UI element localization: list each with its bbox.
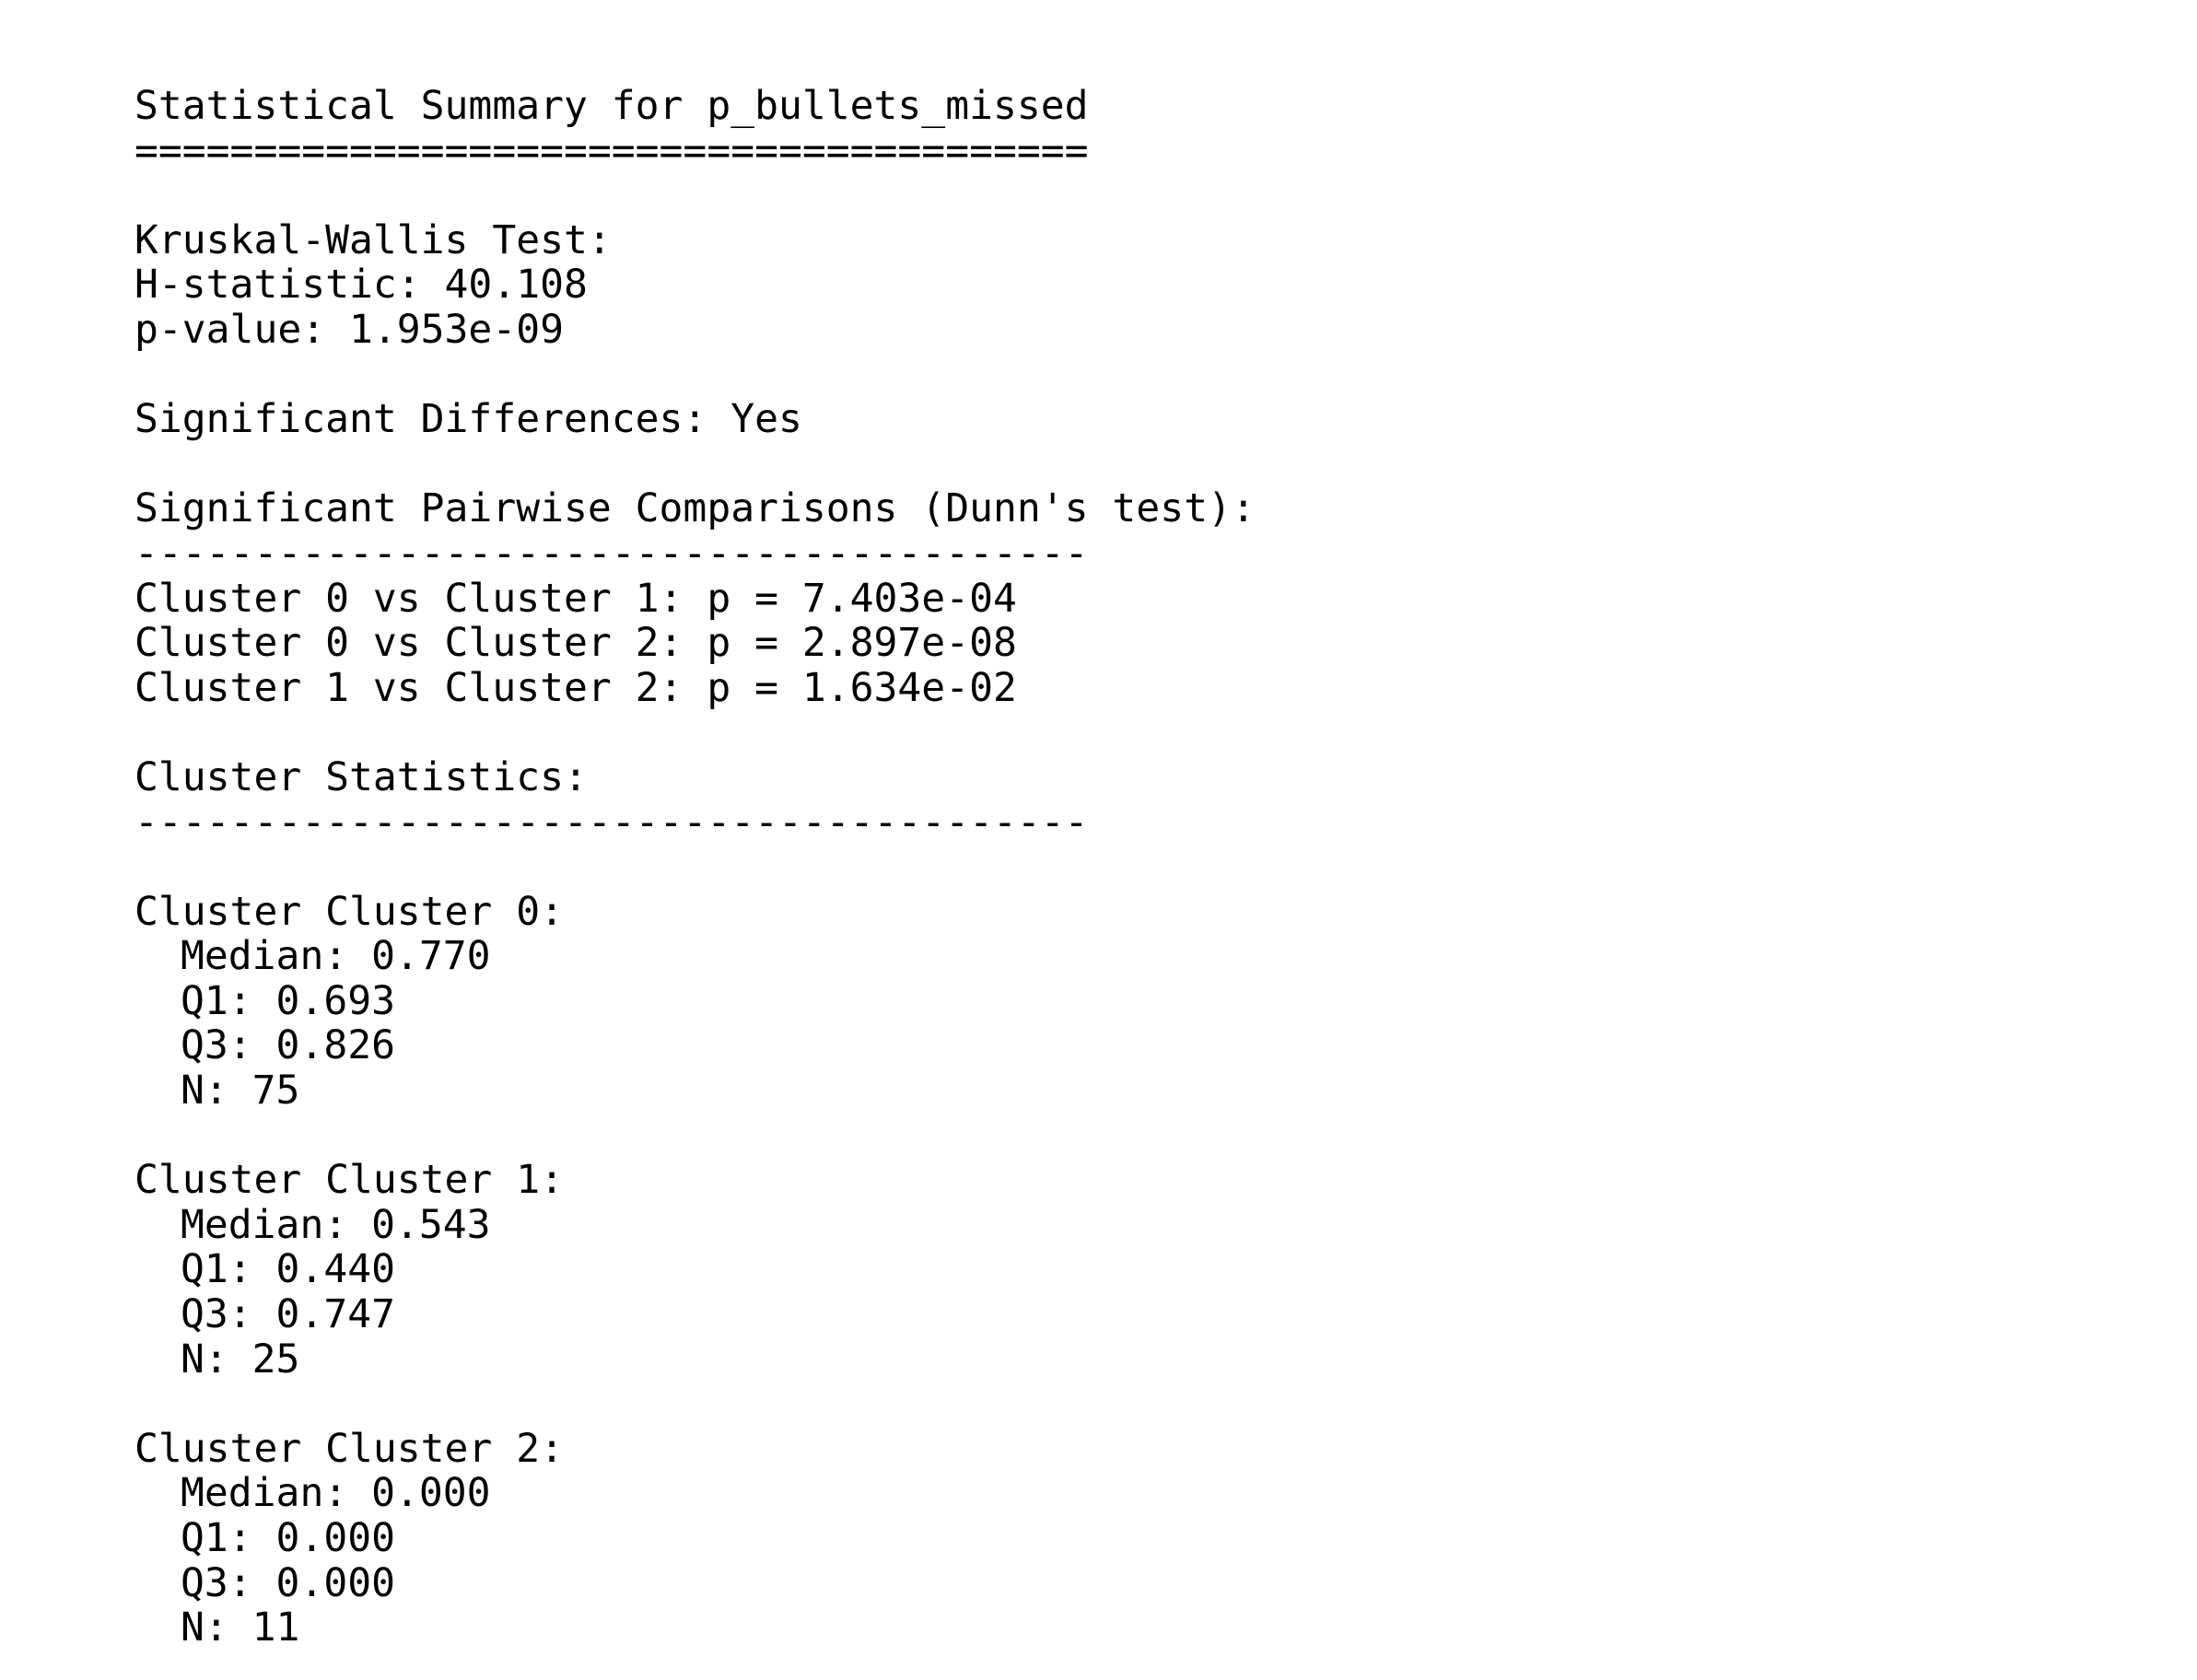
cluster-n: N: 75 xyxy=(181,1068,300,1114)
cluster-n: N: 11 xyxy=(181,1604,300,1651)
p-value: p-value: 1.953e-09 xyxy=(134,306,564,353)
cluster-q3: Q3: 0.000 xyxy=(181,1559,395,1606)
cluster-n: N: 25 xyxy=(181,1336,300,1382)
cluster-q1: Q1: 0.693 xyxy=(181,977,395,1024)
cluster-median: Median: 0.000 xyxy=(181,1470,491,1517)
statistical-summary-document: Statistical Summary for p_bullets_missed… xyxy=(134,84,1256,1651)
cluster-block: Cluster Cluster 0: Median: 0.770 Q1: 0.6… xyxy=(134,890,1256,1114)
cluster-q3: Q3: 0.747 xyxy=(181,1291,395,1338)
cluster-median: Median: 0.543 xyxy=(181,1201,491,1248)
document-title: Statistical Summary for p_bullets_missed xyxy=(134,83,1089,129)
cluster-statistics-heading: Cluster Statistics: xyxy=(134,753,588,800)
cluster-q1: Q1: 0.440 xyxy=(181,1246,395,1293)
title-underline: ======================================== xyxy=(134,127,1089,174)
pairwise-rule: ---------------------------------------- xyxy=(134,530,1089,577)
pairwise-comparison: Cluster 1 vs Cluster 2: p = 1.634e-02 xyxy=(134,664,1017,711)
cluster-header: Cluster Cluster 0: xyxy=(134,888,564,935)
cluster-block: Cluster Cluster 2: Median: 0.000 Q1: 0.0… xyxy=(134,1427,1256,1651)
significance-result: Significant Differences: Yes xyxy=(134,396,802,443)
pairwise-comparison: Cluster 0 vs Cluster 1: p = 7.403e-04 xyxy=(134,575,1017,622)
cluster-q3: Q3: 0.826 xyxy=(181,1022,395,1069)
pairwise-heading: Significant Pairwise Comparisons (Dunn's… xyxy=(134,485,1256,532)
pairwise-comparison: Cluster 0 vs Cluster 2: p = 2.897e-08 xyxy=(134,620,1017,667)
cluster-median: Median: 0.770 xyxy=(181,933,491,980)
cluster-header: Cluster Cluster 2: xyxy=(134,1425,564,1472)
h-statistic: H-statistic: 40.108 xyxy=(134,262,588,309)
cluster-statistics-rule: ---------------------------------------- xyxy=(134,799,1089,846)
cluster-q1: Q1: 0.000 xyxy=(181,1515,395,1561)
kruskal-wallis-heading: Kruskal-Wallis Test: xyxy=(134,216,612,263)
cluster-block: Cluster Cluster 1: Median: 0.543 Q1: 0.4… xyxy=(134,1158,1256,1382)
cluster-header: Cluster Cluster 1: xyxy=(134,1157,564,1204)
